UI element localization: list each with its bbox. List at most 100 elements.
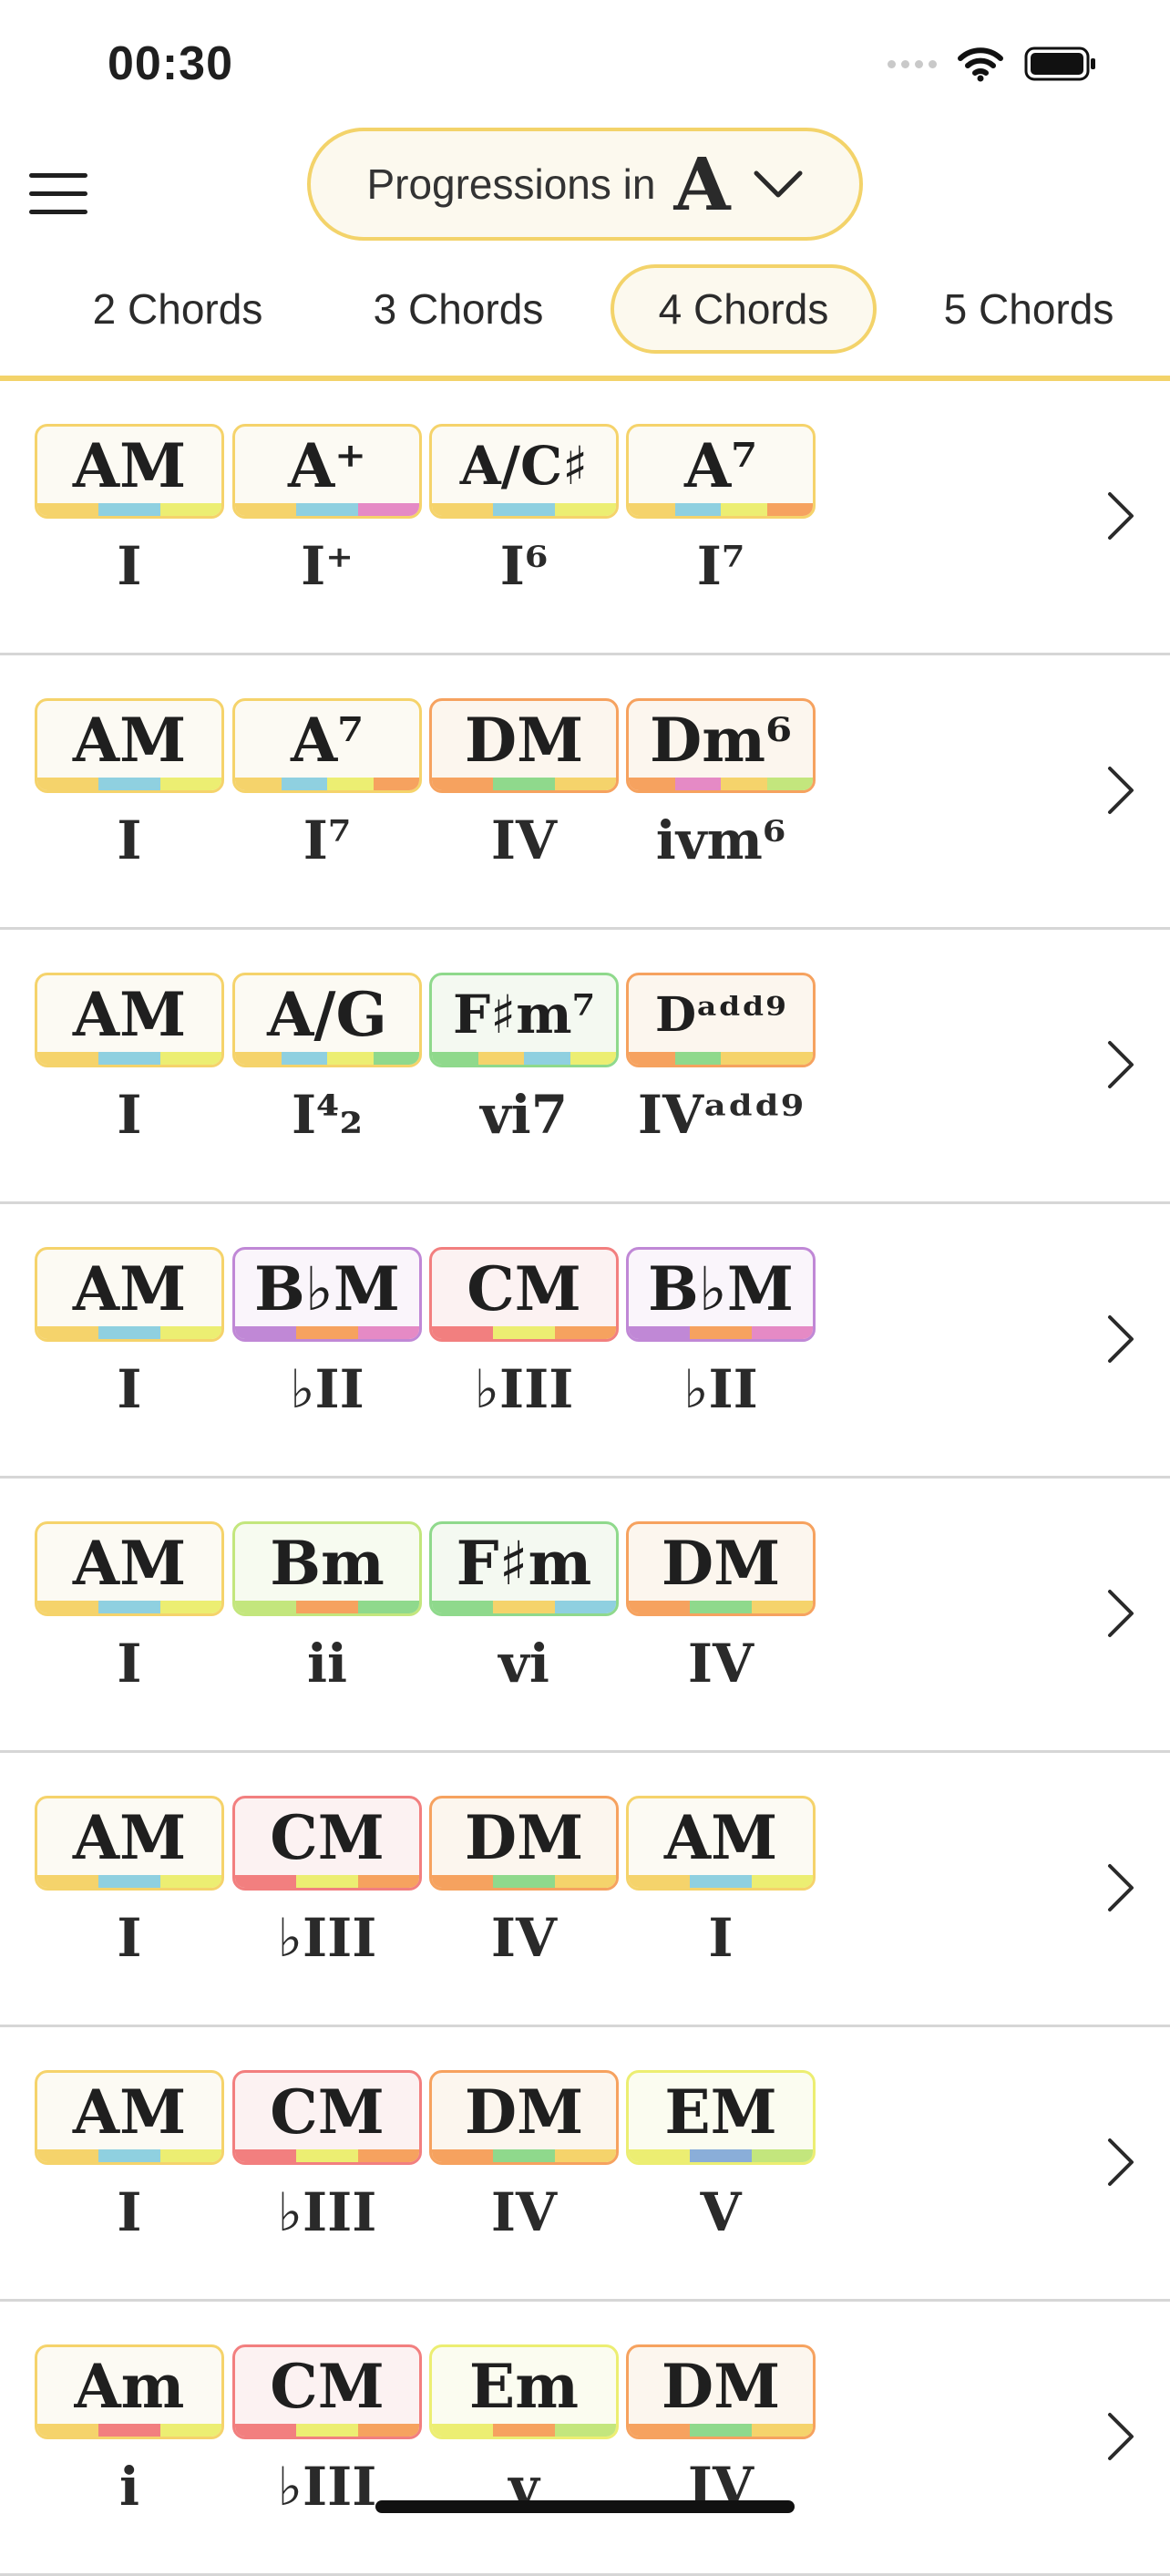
- chevron-right-icon[interactable]: [1104, 2137, 1137, 2188]
- chord-color-stripe: [37, 2424, 221, 2437]
- chord-chip: A/C♯ I⁶: [429, 424, 619, 597]
- chord-chip: Dm⁶ ivm⁶: [626, 698, 816, 871]
- chord-chip: DM IV: [429, 1796, 619, 1969]
- tab-5-chords[interactable]: 5 Chords: [915, 264, 1143, 354]
- chord-chip: CM ♭III: [232, 2070, 422, 2243]
- chord-chip: AM I: [35, 973, 224, 1146]
- chord-card: AM: [35, 1796, 224, 1891]
- progression-row[interactable]: AM I A/G I⁴₂ F♯m⁷ vi7 Dᵃᵈᵈ⁹ IVᵃᵈᵈ⁹: [0, 930, 1170, 1204]
- chord-card: DM: [429, 1796, 619, 1891]
- chevron-right-icon[interactable]: [1104, 2411, 1137, 2462]
- progression-row[interactable]: AM I CM ♭III DM IV AM I: [0, 1753, 1170, 2027]
- chord-card: DM: [429, 698, 619, 793]
- chord-chip: DM IV: [626, 2344, 816, 2518]
- chord-name: A⁷: [290, 705, 364, 776]
- chevron-right-icon[interactable]: [1104, 490, 1137, 541]
- chord-color-stripe: [432, 1601, 616, 1613]
- chord-card: CM: [232, 1796, 422, 1891]
- chord-card: AM: [35, 1521, 224, 1616]
- chevron-right-icon[interactable]: [1104, 1862, 1137, 1913]
- chord-name: DM: [464, 1802, 584, 1873]
- chevron-right-icon[interactable]: [1104, 765, 1137, 816]
- chord-name: A/G: [267, 979, 387, 1050]
- chord-name: AM: [72, 430, 187, 501]
- chord-chip: DM IV: [626, 1521, 816, 1695]
- chord-card: F♯m: [429, 1521, 619, 1616]
- roman-numeral: I: [117, 535, 142, 597]
- roman-numeral: ♭III: [277, 2181, 377, 2243]
- key-selector-label: Progressions in: [366, 160, 656, 208]
- chevron-right-icon[interactable]: [1104, 1314, 1137, 1365]
- roman-numeral: IV: [490, 809, 558, 871]
- tab-4-chords[interactable]: 4 Chords: [611, 264, 877, 354]
- status-time: 00:30: [108, 37, 233, 90]
- roman-numeral: ii: [306, 1633, 348, 1695]
- chord-name: AM: [72, 705, 187, 776]
- chord-color-stripe: [37, 1326, 221, 1339]
- chord-name: A⁷: [683, 430, 758, 501]
- chord-color-stripe: [37, 2149, 221, 2162]
- chord-color-stripe: [235, 1052, 419, 1065]
- progression-row[interactable]: AM I A⁺ I⁺ A/C♯ I⁶ A⁷ I⁷: [0, 381, 1170, 655]
- chord-chip: DM IV: [429, 2070, 619, 2243]
- chord-card: Em: [429, 2344, 619, 2439]
- roman-numeral: I: [117, 1633, 142, 1695]
- roman-numeral: IV: [490, 1907, 558, 1969]
- chord-card: Bm: [232, 1521, 422, 1616]
- chord-name: Dm⁶: [650, 705, 792, 776]
- key-selector-button[interactable]: Progressions in A: [307, 128, 863, 241]
- chord-card: EM: [626, 2070, 816, 2165]
- chord-chip: AM I: [35, 698, 224, 871]
- cellular-signal-icon: [888, 59, 937, 68]
- chord-card: AM: [35, 2070, 224, 2165]
- chord-name: Em: [468, 2351, 580, 2422]
- menu-button[interactable]: [27, 171, 91, 217]
- chord-color-stripe: [37, 503, 221, 516]
- chord-card: Am: [35, 2344, 224, 2439]
- progression-row[interactable]: AM I Bm ii F♯m vi DM IV: [0, 1479, 1170, 1753]
- chord-name: CM: [270, 2351, 385, 2422]
- roman-numeral: I: [117, 1084, 142, 1146]
- home-indicator: [375, 2500, 795, 2513]
- chord-color-stripe: [432, 1326, 616, 1339]
- chord-name: AM: [663, 1802, 778, 1873]
- chevron-right-icon[interactable]: [1104, 1588, 1137, 1639]
- roman-numeral: ♭III: [277, 1907, 377, 1969]
- chord-name: CM: [270, 2076, 385, 2148]
- chord-chip: Am i: [35, 2344, 224, 2518]
- chord-color-stripe: [432, 1052, 616, 1065]
- tab-2-chords[interactable]: 2 Chords: [64, 264, 292, 354]
- chord-chip: AM I: [35, 424, 224, 597]
- chord-chip: A⁷ I⁷: [232, 698, 422, 871]
- chord-color-stripe: [235, 1326, 419, 1339]
- chord-card: A⁺: [232, 424, 422, 519]
- roman-numeral: I: [708, 1907, 734, 1969]
- chord-name: AM: [72, 1253, 187, 1324]
- chord-chip: F♯m⁷ vi7: [429, 973, 619, 1146]
- chevron-right-icon[interactable]: [1104, 1039, 1137, 1090]
- roman-numeral: I: [117, 1907, 142, 1969]
- chord-color-stripe: [37, 1601, 221, 1613]
- chord-name: B♭M: [648, 1253, 794, 1324]
- chord-card: Dm⁶: [626, 698, 816, 793]
- tab-3-chords[interactable]: 3 Chords: [344, 264, 572, 354]
- chord-color-stripe: [629, 2424, 813, 2437]
- chord-card: A/C♯: [429, 424, 619, 519]
- chord-card: AM: [626, 1796, 816, 1891]
- chord-chip: AM I: [35, 1521, 224, 1695]
- progression-row[interactable]: AM I A⁷ I⁷ DM IV Dm⁶ ivm⁶: [0, 655, 1170, 930]
- roman-numeral: ♭III: [474, 1358, 574, 1420]
- chord-name: B♭M: [254, 1253, 400, 1324]
- progression-row[interactable]: AM I CM ♭III DM IV EM V: [0, 2027, 1170, 2302]
- chord-card: DM: [429, 2070, 619, 2165]
- progression-row[interactable]: AM I B♭M ♭II CM ♭III B♭M ♭II: [0, 1204, 1170, 1479]
- chord-color-stripe: [629, 2149, 813, 2162]
- battery-icon: [1024, 46, 1095, 81]
- chord-name: Am: [74, 2351, 185, 2422]
- roman-numeral: I⁶: [499, 535, 549, 597]
- chord-name: AM: [72, 979, 187, 1050]
- progression-row[interactable]: Am i CM ♭III Em v DM IV: [0, 2302, 1170, 2576]
- chord-card: DM: [626, 1521, 816, 1616]
- chord-card: F♯m⁷: [429, 973, 619, 1067]
- chord-card: CM: [429, 1247, 619, 1342]
